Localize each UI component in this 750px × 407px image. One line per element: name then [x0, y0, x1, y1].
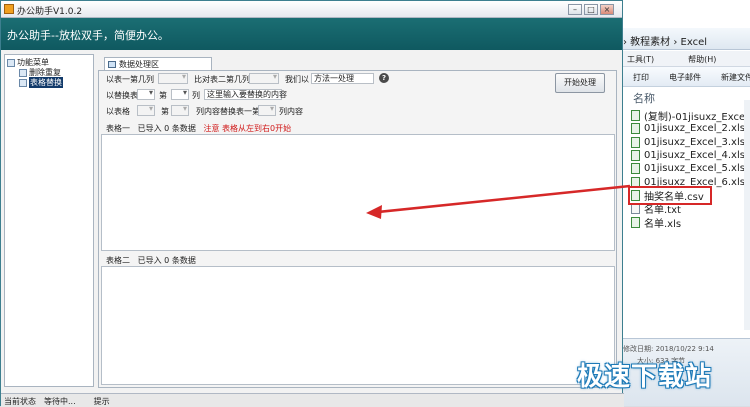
source-nth-label: 第	[161, 107, 169, 116]
replace-nth-label: 第	[159, 91, 167, 100]
file-name: 01jisuxz_Excel_6.xls	[644, 176, 745, 188]
print-button[interactable]: 打印	[633, 73, 649, 82]
status-label: 当前状态	[4, 397, 36, 406]
table2-name: 表格二	[106, 256, 130, 265]
replace-content-text: 这里输入要替换的内容	[207, 90, 287, 99]
email-button[interactable]: 电子邮件	[669, 73, 701, 82]
excel-file-icon	[631, 110, 640, 122]
method-select[interactable]: 方法一处理	[311, 73, 374, 84]
menu-tools[interactable]: 工具(T)	[627, 55, 654, 64]
table1-note: 注意 表格从左到右0开始	[203, 124, 292, 133]
table1-column-select[interactable]	[158, 72, 188, 84]
file-item[interactable]: 名单.xls	[631, 215, 750, 230]
method-value: 方法一处理	[314, 74, 354, 83]
breadcrumb: › 教程素材 › Excel	[623, 37, 708, 48]
maximize-button[interactable]: □	[584, 4, 598, 15]
table2-column-select[interactable]	[249, 72, 279, 84]
tab-icon	[108, 61, 116, 68]
function-tree: 功能菜单 删除重复 表格替换	[4, 54, 94, 387]
table2-status: 已导入 0 条数据	[137, 256, 196, 265]
help-icon[interactable]: ?	[379, 73, 389, 83]
table2-grid[interactable]	[101, 266, 615, 385]
file-item-selected[interactable]: 抽奖名单.csv	[628, 185, 712, 206]
column-label-table1: 以表一第几列	[106, 75, 154, 84]
app-banner: 办公助手--放松双手，简便办公。	[1, 18, 622, 50]
excel-file-icon	[631, 216, 640, 228]
explorer-toolbar: 打印 电子邮件 新建文件夹	[601, 67, 750, 87]
source-table-select[interactable]	[137, 104, 155, 116]
excel-file-icon	[631, 176, 640, 188]
item-icon	[19, 68, 27, 77]
excel-file-icon	[631, 163, 640, 175]
replace-column-label: 列	[192, 91, 200, 100]
watermark-logo: 极速下载站	[577, 362, 713, 392]
source-column-select[interactable]	[171, 104, 189, 116]
close-button[interactable]: ×	[600, 4, 614, 15]
file-item[interactable]: 01jisuxz_Excel_2.xls	[631, 122, 750, 135]
file-item[interactable]: 01jisuxz_Excel_6.xls	[631, 175, 750, 188]
file-item[interactable]: 01jisuxz_Excel_5.xls	[631, 162, 750, 175]
office-assistant-window: 办公助手V1.0.2 – □ × 办公助手--放松双手，简便办公。 功能菜单 删…	[0, 0, 624, 407]
status-bar: 当前状态 等待中... 提示	[1, 393, 624, 407]
file-name: 01jisuxz_Excel_4.xls	[644, 150, 745, 162]
file-item[interactable]: 名单.txt	[631, 202, 750, 216]
excel-file-icon	[631, 123, 640, 135]
item-icon	[19, 78, 27, 87]
status-state: 等待中...	[44, 397, 76, 406]
table1-status: 已导入 0 条数据	[137, 124, 196, 133]
tab-data-processing[interactable]: 数据处理区	[104, 57, 212, 71]
address-bar[interactable]: › 教程素材 › Excel	[601, 28, 750, 50]
replace-content-input[interactable]: 这里输入要替换的内容	[204, 89, 287, 100]
explorer-menu-bar: 工具(T) 帮助(H)	[601, 51, 750, 67]
table1-name: 表格一	[106, 124, 130, 133]
file-item[interactable]: (复制)-01jisuxz_Excel_2	[631, 109, 750, 124]
target-column-select[interactable]	[258, 104, 276, 116]
file-name: 01jisuxz_Excel_3.xls	[644, 136, 745, 148]
table1-grid[interactable]	[101, 134, 615, 251]
tab-label: 数据处理区	[119, 60, 159, 69]
vertical-scrollbar[interactable]	[744, 100, 750, 330]
file-name: 名单.xls	[644, 218, 682, 230]
table2-header: 表格二 已导入 0 条数据	[101, 253, 614, 265]
replace-table-select[interactable]	[137, 88, 155, 100]
file-list: (复制)-01jisuxz_Excel_2 01jisuxz_Excel_2.x…	[628, 109, 750, 230]
file-name: 01jisuxz_Excel_2.xls	[644, 123, 745, 135]
csv-file-icon	[631, 189, 640, 201]
replace-table-label: 以替换表	[106, 91, 138, 100]
window-title: 办公助手V1.0.2	[17, 7, 83, 17]
column-label-table2: 比对表二第几列	[194, 75, 250, 84]
source-table-label: 以表格	[106, 107, 130, 116]
folder-icon	[7, 58, 15, 67]
excel-file-icon	[631, 150, 640, 162]
method-label: 我们以	[285, 75, 309, 84]
excel-file-icon	[631, 136, 640, 148]
file-name: (复制)-01jisuxz_Excel_2	[644, 112, 750, 124]
status-hint: 提示	[93, 397, 110, 406]
table1-header: 表格一 已导入 0 条数据 注意 表格从左到右0开始	[101, 121, 614, 133]
new-folder-button[interactable]: 新建文件夹	[721, 73, 750, 82]
text-file-icon	[631, 203, 640, 215]
modified-date: 修改日期: 2018/10/22 9:14	[623, 345, 714, 353]
file-item[interactable]: 01jisuxz_Excel_4.xls	[631, 149, 750, 162]
menu-help[interactable]: 帮助(H)	[688, 55, 716, 64]
app-icon	[4, 4, 14, 14]
target-column-label: 列内容替换表一第	[196, 107, 260, 116]
title-bar[interactable]: 办公助手V1.0.2 – □ ×	[1, 1, 622, 18]
column-content-label: 列内容	[279, 107, 303, 116]
banner-slogan: 办公助手--放松双手，简便办公。	[7, 29, 169, 42]
column-header-name[interactable]: 名称	[633, 90, 655, 106]
tree-item-table-replace[interactable]: 表格替换	[19, 77, 63, 88]
file-name: 01jisuxz_Excel_5.xls	[644, 163, 745, 175]
replace-column-select[interactable]	[171, 88, 189, 100]
file-item[interactable]: 01jisuxz_Excel_3.xls	[631, 136, 750, 149]
tree-item-label: 表格替换	[29, 77, 63, 88]
minimize-button[interactable]: –	[568, 4, 582, 15]
start-processing-button[interactable]: 开始处理	[555, 73, 605, 93]
